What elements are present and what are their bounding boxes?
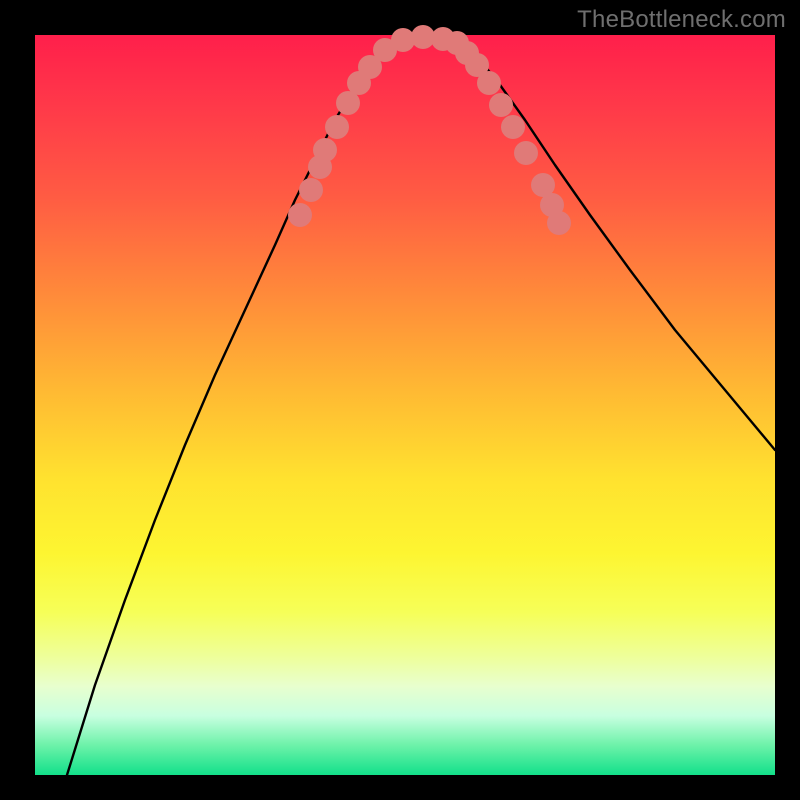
marker-dot: [299, 178, 323, 202]
watermark-text: TheBottleneck.com: [577, 6, 786, 34]
curve-svg: [35, 35, 775, 775]
marker-dot: [288, 203, 312, 227]
marker-dot: [514, 141, 538, 165]
highlight-markers: [288, 25, 571, 235]
marker-dot: [313, 138, 337, 162]
marker-dot: [547, 211, 571, 235]
marker-dot: [501, 115, 525, 139]
marker-dot: [489, 93, 513, 117]
plot-area: [35, 35, 775, 775]
marker-dot: [325, 115, 349, 139]
marker-dot: [477, 71, 501, 95]
chart-frame: TheBottleneck.com: [0, 0, 800, 800]
bottleneck-curve-path: [67, 37, 775, 775]
bottleneck-curve: [67, 37, 775, 775]
